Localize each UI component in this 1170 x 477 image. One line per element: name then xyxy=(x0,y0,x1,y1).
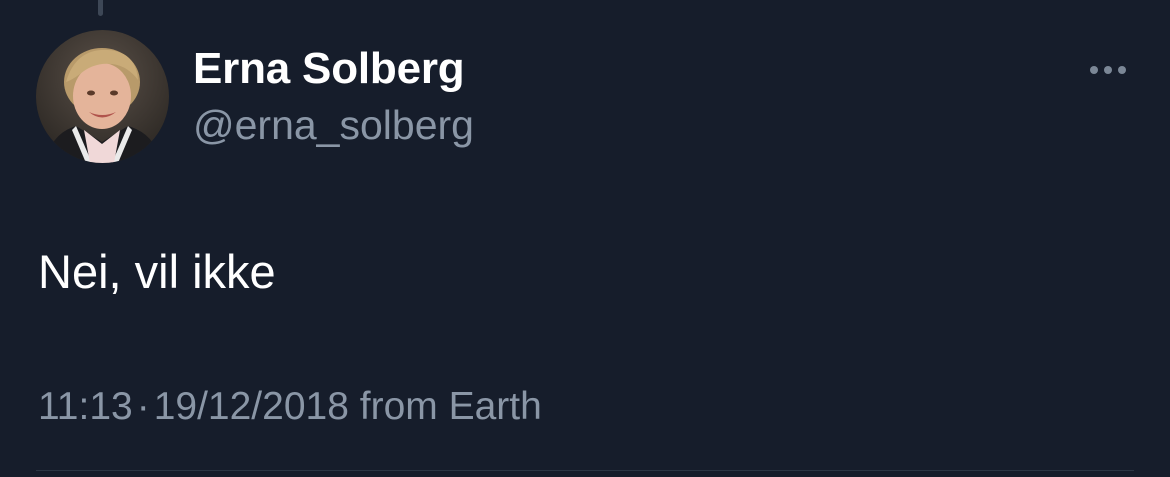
ellipsis-icon xyxy=(1118,66,1126,74)
author-display-name[interactable]: Erna Solberg xyxy=(193,44,465,94)
divider xyxy=(36,470,1134,471)
author-avatar[interactable] xyxy=(36,30,169,163)
ellipsis-icon xyxy=(1090,66,1098,74)
tweet-time[interactable]: 11:13 xyxy=(38,385,133,428)
tweet-date[interactable]: 19/12/2018 xyxy=(154,385,349,428)
profile-photo-icon xyxy=(36,30,169,163)
author-handle[interactable]: @erna_solberg xyxy=(193,102,474,149)
more-options-button[interactable] xyxy=(1080,52,1136,88)
thread-connector-line xyxy=(98,0,103,16)
meta-separator: · xyxy=(136,385,150,428)
tweet-text: Nei, vil ikke xyxy=(38,245,276,298)
tweet-meta: 11:13 · 19/12/2018 from Earth xyxy=(38,385,542,429)
ellipsis-icon xyxy=(1104,66,1112,74)
tweet-source: from Earth xyxy=(359,385,542,428)
